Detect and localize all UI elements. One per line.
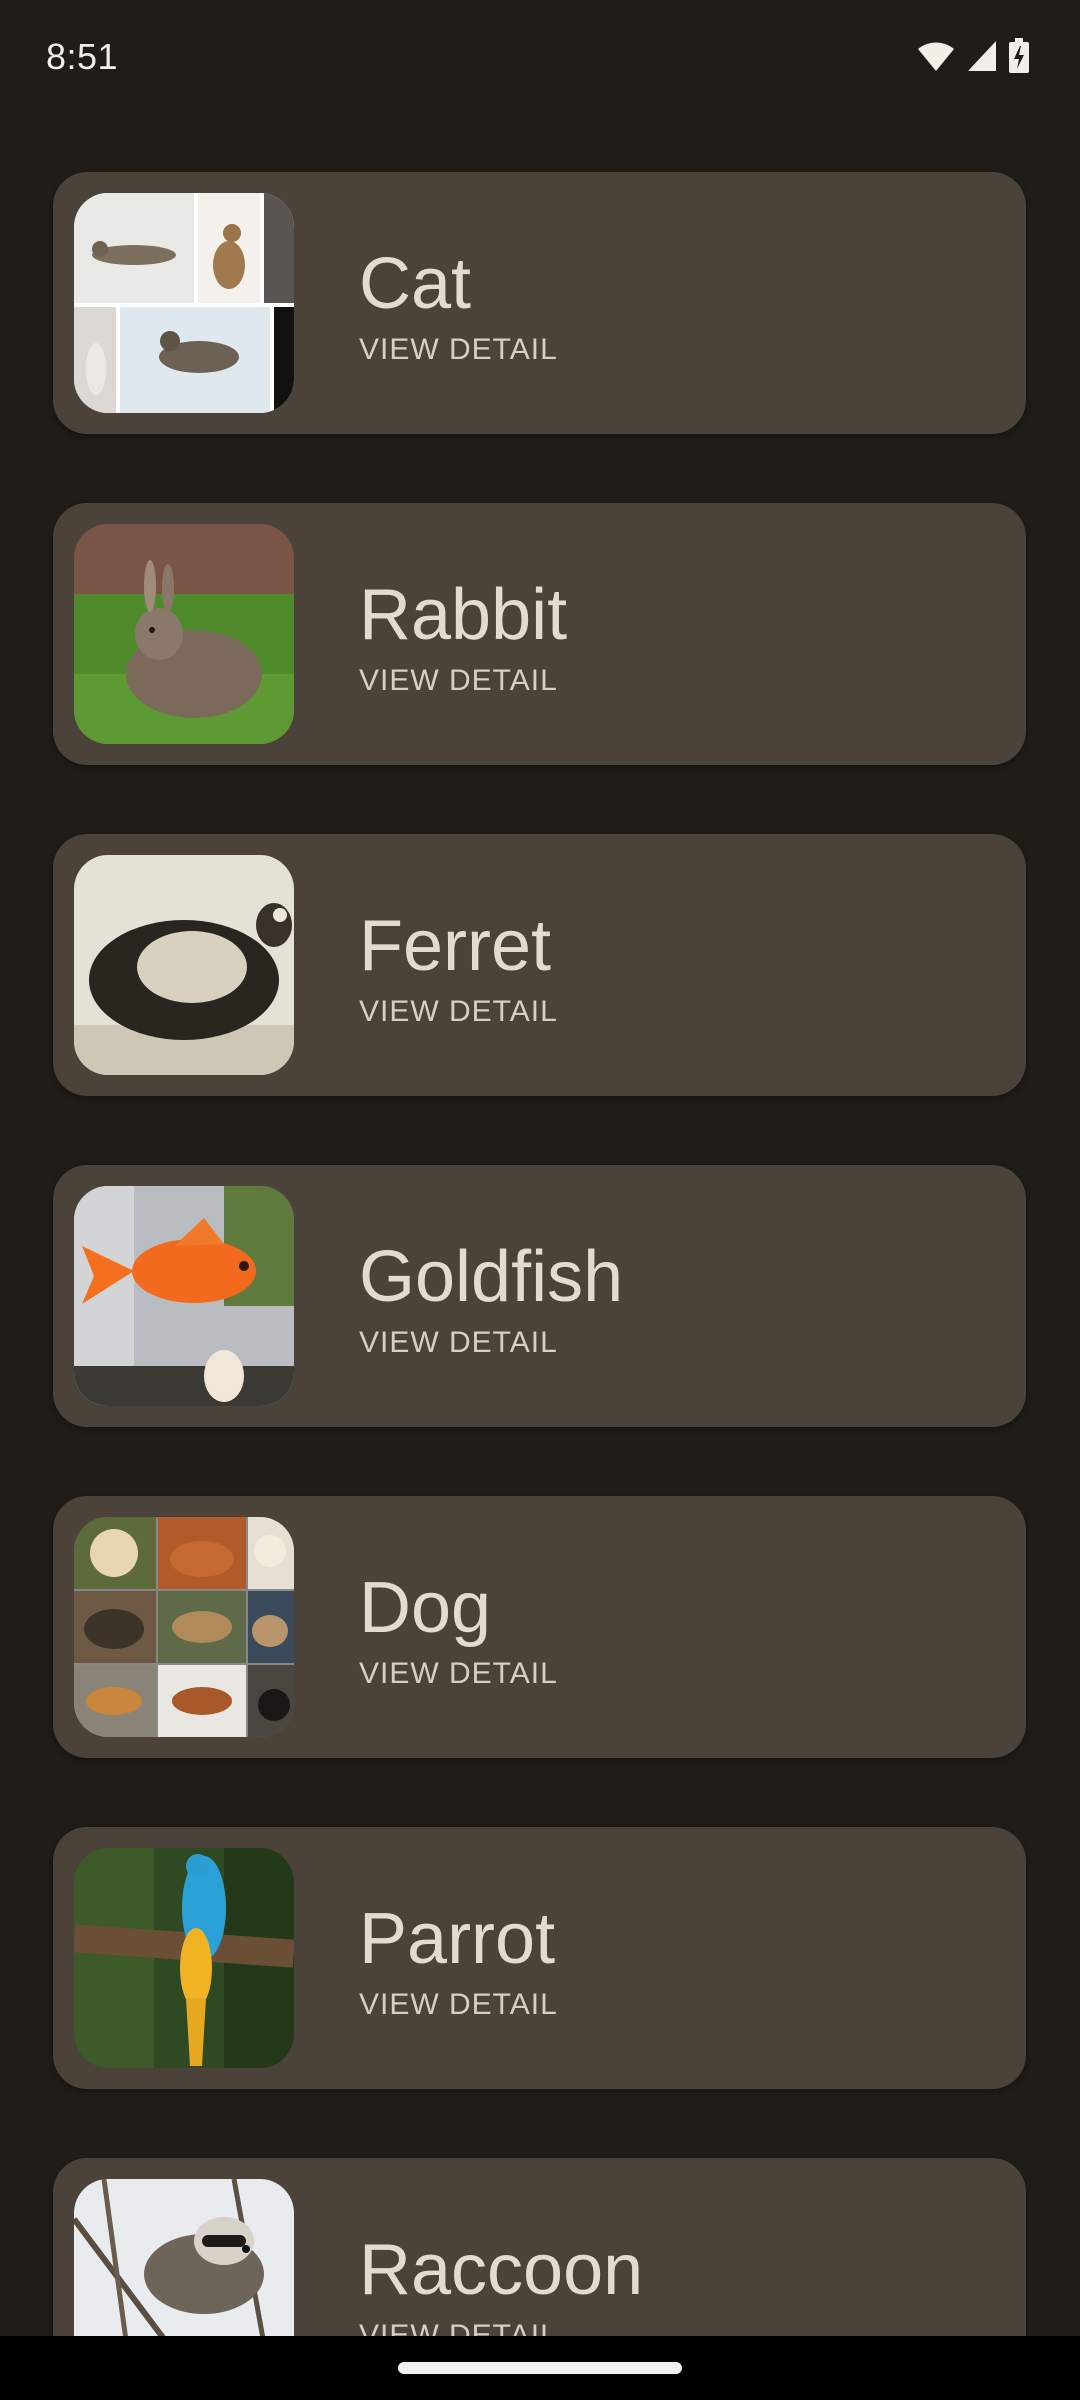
animal-name: Goldfish [359,1237,624,1317]
animal-name: Cat [359,244,472,324]
ferret-thumbnail [74,855,294,1075]
ferret-image [74,855,294,1075]
battery-charging-icon [1009,38,1029,73]
animal-name: Raccoon [359,2230,644,2310]
animal-name: Dog [359,1568,492,1648]
rabbit-thumbnail [74,524,294,744]
view-detail-link[interactable]: VIEW DETAIL [359,1325,558,1361]
dog-thumbnail [74,1517,294,1737]
parrot-image [74,1848,294,2068]
cat-collage-image [74,193,294,413]
animal-card-ferret[interactable]: Ferret VIEW DETAIL [53,834,1026,1096]
view-detail-link[interactable]: VIEW DETAIL [359,663,558,699]
view-detail-link[interactable]: VIEW DETAIL [359,1987,558,2023]
animal-card-raccoon[interactable]: Raccoon VIEW DETAIL [53,2158,1026,2336]
status-bar: 8:51 [0,0,1080,120]
goldfish-image [74,1186,294,1406]
animal-card-rabbit[interactable]: Rabbit VIEW DETAIL [53,503,1026,765]
goldfish-thumbnail [74,1186,294,1406]
cat-thumbnail [74,193,294,413]
animal-card-dog[interactable]: Dog VIEW DETAIL [53,1496,1026,1758]
app-screen: Cat VIEW DETAIL Rabbit VIEW DETAIL Ferre… [0,0,1080,2400]
animal-name: Ferret [359,906,552,986]
view-detail-link[interactable]: VIEW DETAIL [359,994,558,1030]
animal-card-cat[interactable]: Cat VIEW DETAIL [53,172,1026,434]
animal-name: Rabbit [359,575,568,655]
home-gesture-handle[interactable] [398,2362,682,2374]
raccoon-image [74,2179,294,2336]
status-time: 8:51 [46,36,119,77]
animal-list[interactable]: Cat VIEW DETAIL Rabbit VIEW DETAIL Ferre… [0,0,1080,2336]
parrot-thumbnail [74,1848,294,2068]
view-detail-link[interactable]: VIEW DETAIL [359,2318,558,2336]
dog-collage-image [74,1517,294,1737]
status-icons [916,38,1030,74]
animal-name: Parrot [359,1899,556,1979]
animal-card-goldfish[interactable]: Goldfish VIEW DETAIL [53,1165,1026,1427]
navigation-bar [0,2336,1080,2400]
raccoon-thumbnail [74,2179,294,2336]
view-detail-link[interactable]: VIEW DETAIL [359,1656,558,1692]
view-detail-link[interactable]: VIEW DETAIL [359,332,558,368]
animal-card-parrot[interactable]: Parrot VIEW DETAIL [53,1827,1026,2089]
rabbit-image [74,524,294,744]
cellular-signal-icon [968,41,996,71]
wifi-icon [918,42,954,71]
